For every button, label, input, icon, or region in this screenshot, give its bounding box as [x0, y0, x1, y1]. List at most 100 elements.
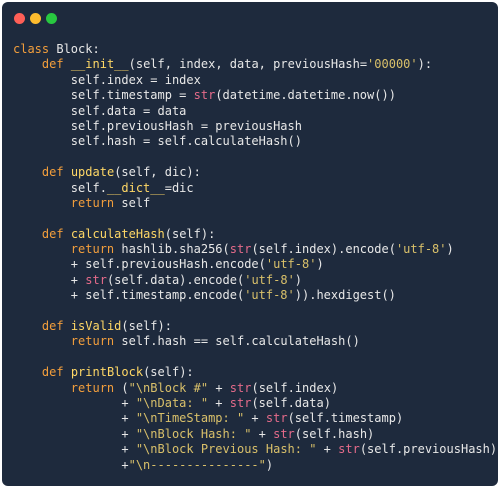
code-line: self.timestamp = str(datetime.datetime.n…: [13, 88, 497, 103]
code-token-plain: +: [13, 442, 136, 457]
code-token-plain: (self, dic):: [114, 165, 201, 180]
close-button[interactable]: [14, 13, 25, 24]
code-token-plain: +: [316, 442, 339, 457]
code-token-plain: (self.index).encode(: [251, 242, 396, 257]
code-token-plain: +: [13, 457, 129, 472]
code-token-kw: def: [41, 165, 64, 180]
code-token-plain: self.: [13, 180, 107, 195]
code-token-fn: printBlock: [70, 365, 144, 380]
code-token-plain: ): [294, 272, 303, 287]
code-token-plain: +: [13, 395, 136, 410]
code-window: class Block: def __init__(self, index, d…: [2, 2, 498, 486]
code-token-kw: return: [70, 380, 115, 395]
code-token-plain: (self):: [164, 226, 216, 241]
code-line: + "\nData: " + str(self.data): [13, 396, 497, 411]
code-token-fn: isValid: [70, 319, 122, 334]
zoom-button[interactable]: [46, 13, 57, 24]
code-line: self.data = data: [13, 104, 497, 119]
code-line: def isValid(self):: [13, 319, 497, 334]
code-token-plain: self.previousHash = previousHash: [13, 118, 302, 133]
code-token-plain: (self.data).encode(: [106, 272, 245, 287]
code-token-plain: Block:: [49, 42, 100, 56]
code-token-kw: def: [41, 226, 64, 241]
code-token-str: "\nBlock Previous Hash: ": [135, 442, 317, 457]
code-token-builtin: str: [85, 272, 107, 287]
code-token-plain: (self.timestamp): [287, 411, 404, 426]
code-line: + self.previousHash.encode('utf-8'): [13, 257, 497, 272]
code-token-builtin: str: [193, 88, 216, 103]
code-line: + "\nBlock Hash: " + str(self.hash): [13, 427, 497, 442]
code-line: self.__dict__=dic: [13, 181, 497, 196]
code-token-kw: def: [41, 319, 64, 334]
code-token-plain: ):: [417, 57, 433, 72]
code-token-plain: (self.previousHash): [359, 442, 498, 457]
code-token-kw: class: [13, 42, 50, 56]
code-block: class Block: def __init__(self, index, d…: [13, 42, 497, 473]
code-token-builtin: str: [229, 380, 252, 395]
code-line: self.hash = self.calculateHash(): [13, 134, 497, 149]
code-line: self.previousHash = previousHash: [13, 119, 497, 134]
code-token-str: "\nData: ": [135, 395, 209, 410]
code-token-plain: +: [13, 411, 136, 426]
code-token-plain: +: [208, 395, 230, 410]
code-token-str: "\nBlock Hash: ": [135, 426, 252, 441]
code-token-plain: self.hash = self.calculateHash(): [13, 134, 302, 149]
code-token-kw: return: [70, 242, 115, 257]
code-line: + str(self.data).encode('utf-8'): [13, 273, 497, 288]
code-token-str: "\n---------------": [128, 457, 266, 472]
code-token-str: "\nTimeStamp: ": [135, 411, 245, 426]
code-token-plain: (self):: [121, 319, 172, 334]
code-line: return self: [13, 196, 497, 211]
code-token-plain: self: [114, 195, 151, 210]
code-token-plain: +: [13, 272, 86, 287]
code-line: + "\nTimeStamp: " + str(self.timestamp): [13, 411, 497, 426]
code-token-kw: def: [41, 365, 64, 380]
code-line: + self.timestamp.encode('utf-8')).hexdig…: [13, 288, 497, 303]
code-token-plain: +: [208, 380, 230, 395]
code-token-plain: + self.previousHash.encode(: [13, 257, 266, 272]
code-token-str: 'utf-8': [265, 257, 317, 272]
code-token-builtin: str: [229, 395, 252, 410]
code-token-plain: +: [13, 426, 136, 441]
code-token-str: "\nBlock #": [128, 380, 209, 395]
code-token-str: 'utf-8': [244, 272, 295, 287]
code-token-plain: (self.data): [251, 395, 331, 410]
code-token-plain: self.hash == self.calculateHash(): [114, 334, 360, 349]
code-token-plain: ): [265, 457, 274, 472]
code-token-builtin: str: [273, 426, 295, 441]
code-token-plain: (datetime.datetime.now()): [215, 88, 396, 103]
code-token-plain: )).hexdigest(): [294, 288, 396, 303]
code-token-plain: ): [446, 242, 454, 257]
code-token-plain: + self.timestamp.encode(: [13, 288, 245, 303]
code-line: + "\nBlock Previous Hash: " + str(self.p…: [13, 442, 497, 457]
code-token-plain: self.data = data: [13, 103, 187, 118]
window-titlebar: [2, 2, 498, 34]
code-line: +"\n---------------"): [13, 458, 497, 473]
code-line: class Block:: [13, 42, 497, 57]
code-token-builtin: str: [229, 242, 252, 257]
code-token-kw: return: [70, 195, 115, 210]
code-token-str: 'utf-8': [244, 288, 295, 303]
minimize-button[interactable]: [30, 13, 41, 24]
code-line: self.index = index: [13, 73, 497, 88]
code-token-plain: (: [114, 380, 129, 395]
code-token-builtin: str: [338, 442, 360, 457]
code-token-plain: self.timestamp =: [13, 88, 194, 103]
code-token-str: '00000': [367, 57, 418, 72]
code-token-plain: (self):: [143, 365, 194, 380]
code-token-fn: __dict__: [106, 180, 165, 195]
